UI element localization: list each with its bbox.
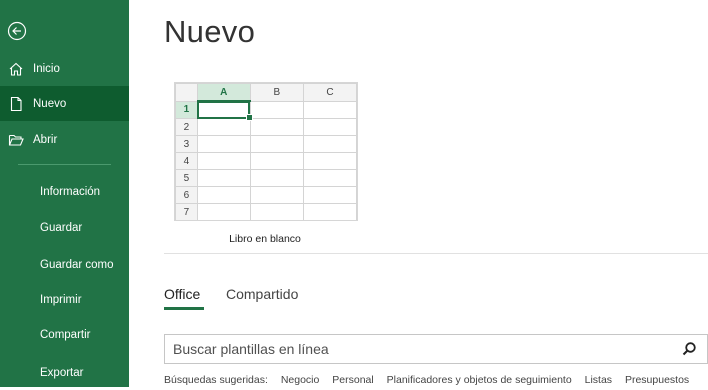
grid-cell (196, 152, 251, 170)
sidebar-item-label: Inicio (33, 62, 60, 75)
page-title: Nuevo (164, 14, 256, 49)
column-header: A (196, 83, 251, 102)
grid-cell (249, 135, 304, 153)
template-search-input[interactable] (173, 340, 673, 358)
grid-cell (249, 186, 304, 204)
tab-compartido[interactable]: Compartido (226, 286, 298, 302)
grid-cell (302, 203, 357, 220)
row-header: 7 (175, 203, 198, 220)
grid-cell (302, 152, 357, 170)
grid-cell (249, 118, 304, 136)
grid-cell (302, 169, 357, 187)
row-header: 5 (175, 169, 198, 187)
sidebar-divider (18, 164, 111, 165)
column-header: C (302, 83, 357, 102)
grid-cell (302, 186, 357, 204)
grid-cell (249, 203, 304, 220)
sidebar-item-inicio[interactable]: Inicio (0, 51, 129, 86)
grid-cell (196, 118, 251, 136)
row-header: 1 (175, 100, 198, 119)
grid-cell (196, 135, 251, 153)
backstage-sidebar: Inicio Nuevo Abrir Información Guardar G… (0, 0, 129, 387)
grid-cell (302, 135, 357, 153)
row-header: 4 (175, 152, 198, 170)
active-tab-indicator (164, 307, 204, 310)
grid-cell (302, 118, 357, 136)
section-divider (164, 253, 708, 254)
grid-cell (196, 203, 251, 220)
selected-cell (196, 100, 253, 121)
template-preview-grid: A B C 1 2 3 4 5 6 7 (175, 83, 357, 220)
back-arrow-circle-icon[interactable] (7, 21, 27, 41)
row-header: 2 (175, 118, 198, 136)
suggestion-planificadores[interactable]: Planificadores y objetos de seguimiento (387, 374, 572, 386)
fill-handle (245, 114, 253, 121)
suggested-searches-label: Búsquedas sugeridas: (164, 374, 268, 386)
sidebar-item-informacion[interactable]: Información (0, 175, 129, 209)
grid-cell (249, 100, 304, 119)
sidebar-item-abrir[interactable]: Abrir (0, 122, 129, 157)
new-document-icon (8, 96, 24, 112)
template-label: Libro en blanco (229, 233, 301, 245)
sidebar-item-label: Nuevo (33, 97, 67, 110)
grid-cell (196, 186, 251, 204)
sidebar-item-imprimir[interactable]: Imprimir (0, 283, 129, 317)
sidebar-item-nuevo[interactable]: Nuevo (0, 86, 129, 121)
home-icon (8, 61, 24, 77)
grid-cell (196, 169, 251, 187)
grid-cell (302, 100, 357, 119)
grid-cell (249, 169, 304, 187)
sidebar-item-label: Abrir (33, 133, 58, 146)
blank-workbook-template[interactable]: A B C 1 2 3 4 5 6 7 (174, 82, 358, 221)
sidebar-item-exportar[interactable]: Exportar (0, 356, 129, 390)
row-header: 6 (175, 186, 198, 204)
suggested-searches: Búsquedas sugeridas: Negocio Personal Pl… (164, 374, 708, 386)
row-header: 3 (175, 135, 198, 153)
sidebar-item-guardar-como[interactable]: Guardar como (0, 248, 129, 282)
sidebar-item-guardar[interactable]: Guardar (0, 211, 129, 245)
search-icon[interactable] (681, 341, 697, 357)
column-header: B (249, 83, 304, 102)
suggestion-presupuestos[interactable]: Presupuestos (625, 374, 689, 386)
grid-cell (249, 152, 304, 170)
suggestion-listas[interactable]: Listas (585, 374, 612, 386)
tab-office[interactable]: Office (164, 286, 200, 302)
template-search-box (164, 334, 708, 364)
folder-open-icon (8, 132, 24, 148)
sidebar-item-compartir[interactable]: Compartir (0, 318, 129, 352)
grid-corner (175, 83, 198, 102)
suggestion-personal[interactable]: Personal (332, 374, 373, 386)
suggestion-negocio[interactable]: Negocio (281, 374, 320, 386)
